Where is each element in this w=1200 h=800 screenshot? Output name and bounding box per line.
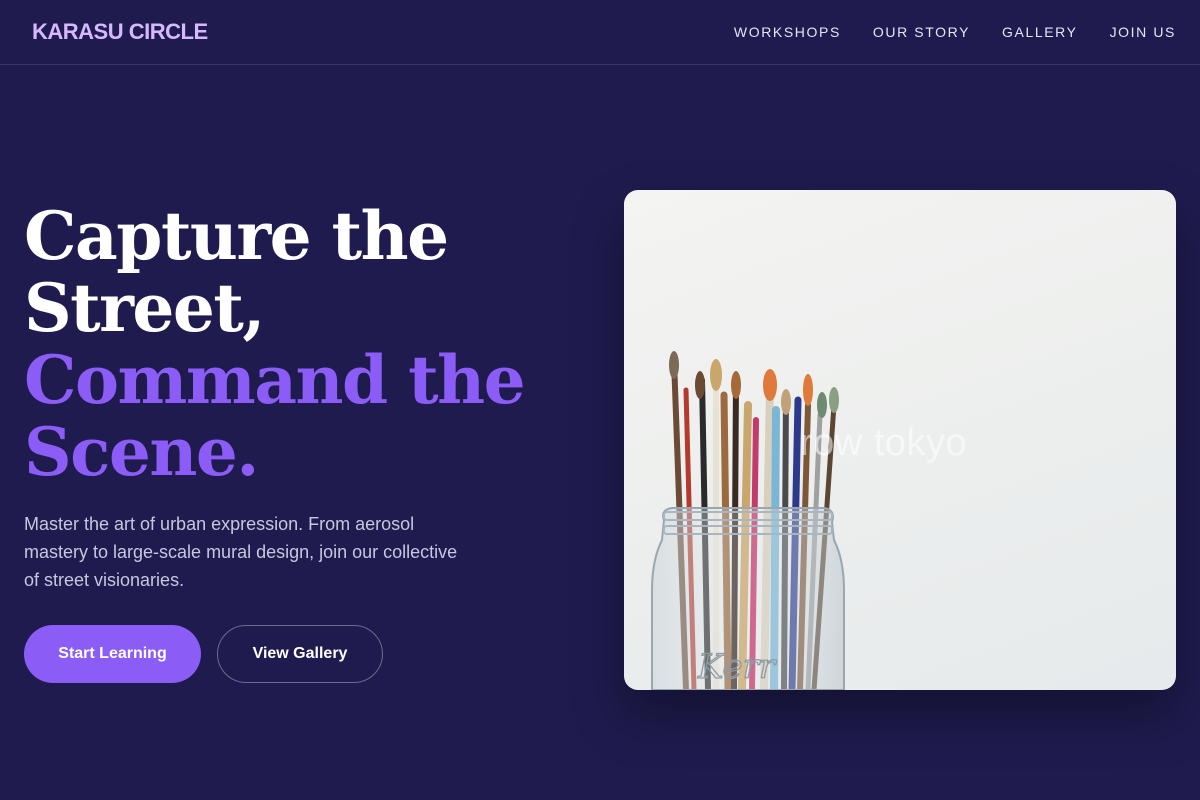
- main-nav: WORKSHOPS OUR STORY GALLERY JOIN US: [734, 24, 1176, 40]
- top-nav-bar: KARASU CIRCLE WORKSHOPS OUR STORY GALLER…: [0, 0, 1200, 65]
- brand-logo[interactable]: KARASU CIRCLE: [32, 19, 208, 45]
- hero-title-line-3: Command the: [24, 341, 526, 419]
- hero-description: Master the art of urban expression. From…: [24, 514, 458, 590]
- nav-join-us[interactable]: JOIN US: [1110, 24, 1176, 40]
- start-learning-button[interactable]: Start Learning: [24, 625, 201, 683]
- nav-our-story[interactable]: OUR STORY: [873, 24, 970, 40]
- jar-embossed-text: Kerr: [697, 647, 777, 687]
- hero-title-line-2: Street,: [24, 269, 265, 347]
- nav-workshops[interactable]: WORKSHOPS: [734, 24, 841, 40]
- hero-title: Capture the Street, Command the Scene.: [24, 200, 584, 488]
- hero-title-line-1: Capture the: [24, 197, 449, 275]
- hero-title-line-4: Scene.: [24, 413, 259, 491]
- view-gallery-button[interactable]: View Gallery: [217, 625, 383, 683]
- hero-photo-brushes-jar: Kerr row tokyo: [624, 190, 1176, 690]
- nav-gallery[interactable]: GALLERY: [1002, 24, 1078, 40]
- photo-watermark: row tokyo: [800, 422, 968, 464]
